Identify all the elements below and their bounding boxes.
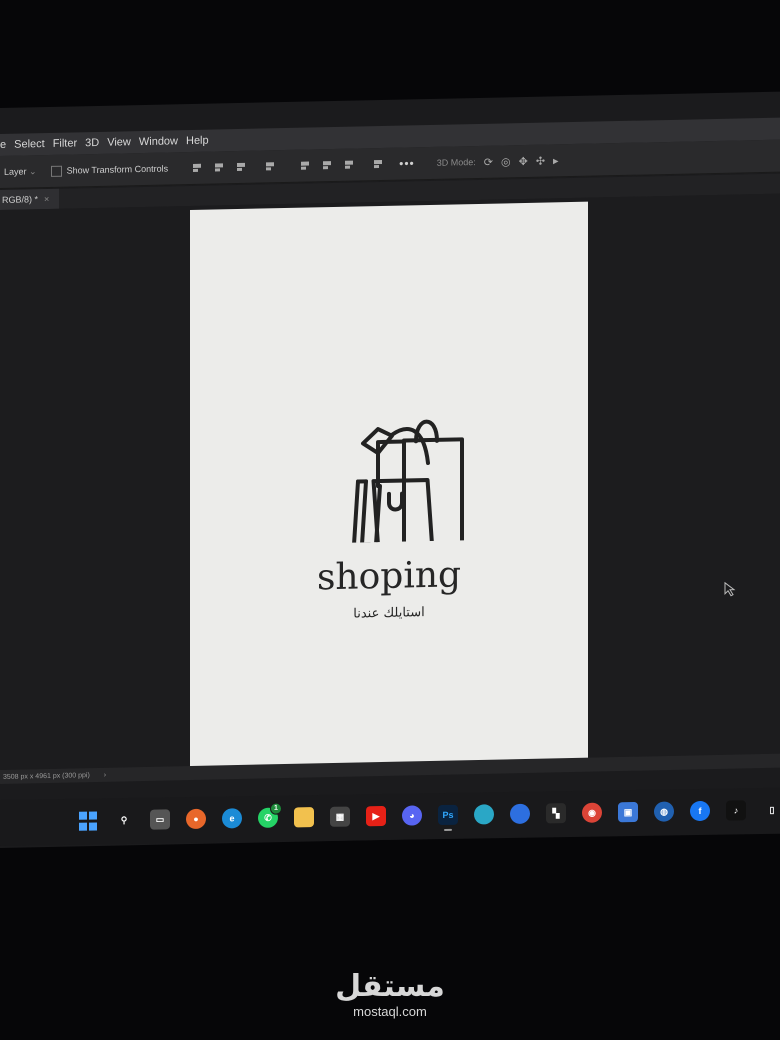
align-vertical-center-icon[interactable] xyxy=(321,159,333,171)
tiktok-icon[interactable]: ♪ xyxy=(726,800,746,821)
brand-title: shoping xyxy=(316,554,462,599)
menu-item-filter[interactable]: Filter xyxy=(53,137,77,150)
menu-item-view[interactable]: View xyxy=(107,136,131,148)
youtube-glyph: ▶ xyxy=(372,810,380,821)
menu-item-select[interactable]: Select xyxy=(14,138,45,151)
document-tab-title: RGB/8) * xyxy=(2,194,39,205)
document-dimensions: 3508 px x 4961 px (300 ppi) xyxy=(3,771,90,781)
shopping-bags-logo-icon xyxy=(352,419,464,544)
3d-slide-icon[interactable]: ✣ xyxy=(536,154,545,167)
more-options-button[interactable]: ••• xyxy=(399,156,415,170)
globe-icon[interactable]: ◍ xyxy=(654,801,674,822)
watermark-arabic: مستقل xyxy=(335,969,445,1004)
task-view-glyph: ▭ xyxy=(155,813,165,825)
distribute-vertical-icon[interactable] xyxy=(372,158,384,170)
chrome-glyph: ◉ xyxy=(588,807,596,818)
chrome-icon[interactable]: ◉ xyxy=(582,802,602,823)
align-bottom-icon[interactable] xyxy=(343,159,355,171)
capcut-icon[interactable]: ▚ xyxy=(546,803,566,824)
document-canvas[interactable]: shoping استايلك عندنا xyxy=(190,201,588,769)
discord-glyph: ◕ xyxy=(409,810,415,821)
close-icon[interactable]: × xyxy=(44,194,49,204)
youtube-icon[interactable]: ▶ xyxy=(366,805,386,827)
windows-start-icon[interactable] xyxy=(78,810,98,831)
battery-icon[interactable]: ▯ xyxy=(762,800,780,820)
auto-select-dropdown[interactable]: Layer ⌄ xyxy=(4,166,37,178)
3d-pan-icon[interactable]: ✥ xyxy=(519,154,528,167)
distribute-icon[interactable] xyxy=(264,160,276,172)
search-icon[interactable]: ⚲ xyxy=(114,810,134,830)
capcut-glyph: ▚ xyxy=(552,807,560,818)
whatsapp-icon[interactable]: ✆ 1 xyxy=(258,802,282,828)
3d-roll-icon[interactable]: ◎ xyxy=(501,155,511,168)
menu-item-help[interactable]: Help xyxy=(186,135,209,147)
tiktok-glyph: ♪ xyxy=(733,805,739,816)
firefox-icon[interactable]: ● xyxy=(186,808,206,830)
canvas-workspace[interactable]: shoping استايلك عندنا xyxy=(0,193,780,771)
globe-glyph: ◍ xyxy=(660,806,668,817)
menu-item-window[interactable]: Window xyxy=(139,135,178,148)
app-screen-glyph: ▣ xyxy=(623,806,633,817)
app-blue-1-icon[interactable] xyxy=(474,804,494,825)
app-screen-icon[interactable]: ▣ xyxy=(618,801,638,823)
menu-item-edit[interactable]: e xyxy=(0,139,6,151)
photoshop-icon[interactable]: Ps xyxy=(438,804,458,826)
edge-glyph: e xyxy=(229,813,235,824)
microsoft-store-glyph: ▦ xyxy=(335,811,345,822)
notification-badge: 1 xyxy=(270,802,282,815)
microsoft-store-icon[interactable]: ▦ xyxy=(330,806,350,827)
search-glyph: ⚲ xyxy=(120,814,128,825)
3d-mode-label: 3D Mode: xyxy=(436,157,476,168)
status-arrow-icon[interactable]: › xyxy=(104,771,106,778)
show-transform-label[interactable]: Show Transform Controls xyxy=(67,163,169,175)
monitor-screen: e Select Filter 3D View Window Help Laye… xyxy=(0,91,780,849)
brand-tagline: استايلك عندنا xyxy=(353,605,425,622)
3d-camera-icon[interactable]: ▸ xyxy=(553,154,559,167)
menu-item-3d[interactable]: 3D xyxy=(85,137,99,149)
task-view-icon[interactable]: ▭ xyxy=(150,809,170,830)
layer-label: Layer xyxy=(4,165,27,177)
show-transform-checkbox[interactable] xyxy=(50,165,62,177)
battery-glyph: ▯ xyxy=(769,804,775,815)
facebook-icon[interactable]: f xyxy=(690,800,710,822)
align-horizontal-center-icon[interactable] xyxy=(213,161,225,173)
mostaql-watermark: مستقل mostaql.com xyxy=(0,970,780,1020)
facebook-glyph: f xyxy=(698,805,702,817)
file-explorer-icon[interactable] xyxy=(294,807,314,828)
3d-orbit-icon[interactable]: ⟳ xyxy=(484,155,493,168)
align-left-icon[interactable] xyxy=(191,162,203,174)
discord-icon[interactable]: ◕ xyxy=(402,805,422,826)
whatsapp-glyph: ✆ xyxy=(264,812,272,823)
app-blue-2-icon[interactable] xyxy=(510,803,530,824)
photoshop-glyph: Ps xyxy=(442,809,454,821)
mouse-cursor-icon xyxy=(724,581,736,597)
taskbar-icons: ⚲ ▭ ● e ✆ 1 ▦ ▶ ◕ Ps ▚ ◉ ▣ ◍ f ♪ ▯ xyxy=(78,799,780,831)
align-top-icon[interactable] xyxy=(299,159,311,171)
edge-icon[interactable]: e xyxy=(222,808,242,829)
align-right-icon[interactable] xyxy=(235,161,247,173)
document-tab[interactable]: RGB/8) * × xyxy=(0,188,60,210)
watermark-latin: mostaql.com xyxy=(353,1004,427,1019)
firefox-glyph: ● xyxy=(193,813,199,824)
chevron-down-icon: ⌄ xyxy=(29,165,37,176)
